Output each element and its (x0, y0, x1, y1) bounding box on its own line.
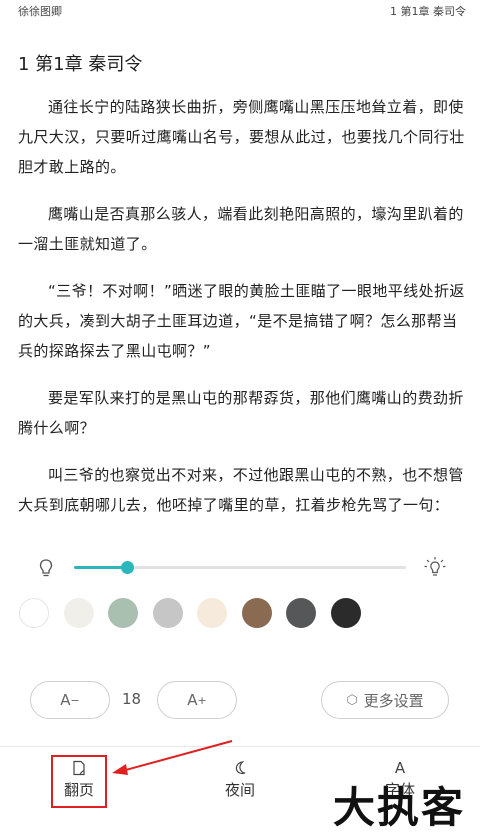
nav-page-flip[interactable]: 翻页 (58, 759, 100, 800)
watermark-logo: 大执客 (333, 783, 466, 832)
paragraph: 通往长宁的陆路狭长曲折，旁侧鹰嘴山黑压压地耸立着，即使九尺大汉，只要听过鹰嘴山名… (18, 98, 465, 176)
status-bar: 徐徐图卿 1 第1章 秦司令 (0, 0, 480, 20)
nav-page-flip-label: 翻页 (63, 781, 94, 799)
background-swatches (19, 598, 469, 630)
nav-night-mode-label: 夜间 (224, 781, 255, 799)
background-swatch[interactable] (63, 598, 94, 628)
paragraph: 要是军队来打的是黑山屯的那帮孬货，那他们鹰嘴山的费劲折腾什么啊？ (18, 389, 464, 437)
font-size-controls: A − 18 A + ⬡ 更多设置 (0, 681, 480, 721)
decrease-font-button[interactable]: A − (30, 681, 110, 719)
brightness-slider-thumb[interactable] (121, 561, 135, 574)
bulb-dim-icon (39, 559, 53, 577)
moon-icon (235, 761, 246, 775)
background-swatch[interactable] (19, 598, 49, 628)
nav-night-mode[interactable]: 夜间 (218, 759, 262, 800)
bulb-bright-icon (424, 557, 446, 576)
reader-content: 通往长宁的陆路狭长曲折，旁侧鹰嘴山黑压压地耸立着，即使九尺大汉，只要听过鹰嘴山名… (18, 92, 466, 537)
background-swatch[interactable] (197, 598, 227, 628)
status-book-title: 徐徐图卿 (18, 5, 62, 18)
plus-icon: + (197, 693, 207, 707)
background-swatch[interactable] (330, 598, 361, 628)
decrease-font-label: A (60, 691, 71, 709)
brightness-control (0, 555, 480, 583)
chapter-title: 1 第1章 秦司令 (18, 54, 143, 75)
page-flip-icon (73, 760, 85, 776)
increase-font-label: A (187, 691, 198, 709)
more-settings-label: 更多设置 (363, 691, 424, 710)
background-swatch[interactable] (152, 598, 183, 628)
paragraph: 鹰嘴山是否真那么骇人，端看此刻艳阳高照的，壕沟里趴着的一溜土匪就知道了。 (18, 205, 464, 253)
status-chapter: 1 第1章 秦司令 (390, 5, 466, 18)
more-settings-button[interactable]: ⬡ 更多设置 (321, 681, 449, 719)
background-swatch[interactable] (286, 598, 316, 628)
increase-font-button[interactable]: A + (157, 681, 237, 719)
background-swatch[interactable] (241, 598, 272, 628)
minus-icon: − (70, 693, 80, 707)
paragraph: “三爷！不对啊！”晒迷了眼的黄脸土匪瞄了一眼地平线处折返的大兵，凑到大胡子土匪耳… (18, 282, 465, 360)
background-swatch[interactable] (108, 598, 138, 628)
brightness-slider[interactable] (74, 561, 406, 574)
brightness-slider-fill (74, 566, 128, 569)
font-size-value: 18 (122, 690, 142, 708)
paragraph: 叫三爷的也察觉出不对来，不过他跟黑山屯的不熟，也不想管大兵到底朝哪儿去，他呸掉了… (18, 466, 464, 514)
hexagon-settings-icon: ⬡ (346, 692, 358, 708)
